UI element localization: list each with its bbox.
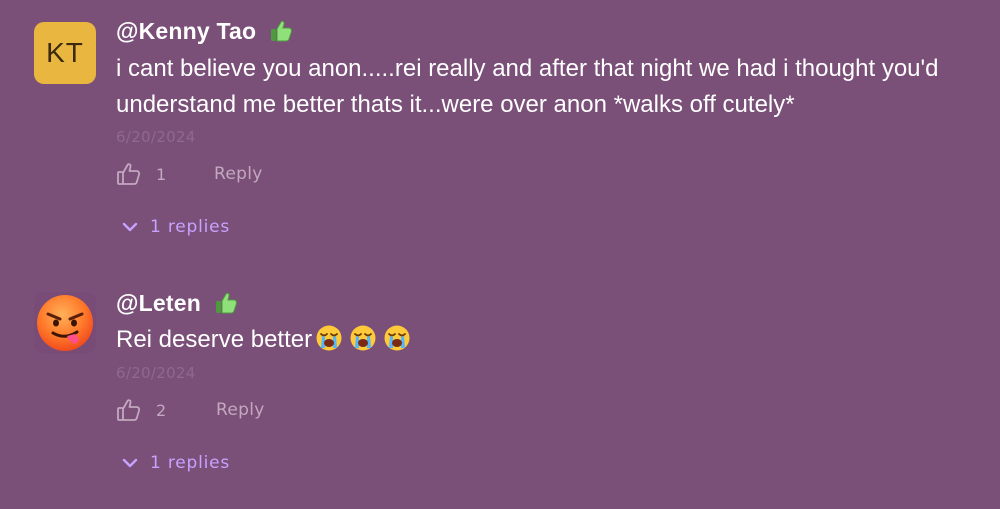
reply-button[interactable]: Reply xyxy=(214,164,263,184)
username[interactable]: @Kenny Tao xyxy=(116,18,256,45)
chevron-down-icon xyxy=(122,458,138,468)
thumbs-up-badge-icon xyxy=(268,18,294,44)
comment-date: 6/20/2024 xyxy=(116,128,196,146)
crying-face-icon xyxy=(349,324,377,352)
like-thumb-icon[interactable] xyxy=(116,161,142,187)
username[interactable]: @Leten xyxy=(116,290,201,317)
like-count: 1 xyxy=(156,164,167,184)
thumbs-up-badge-icon xyxy=(213,290,239,316)
comment-header: @Leten xyxy=(116,288,239,318)
replies-count-label[interactable]: 1 replies xyxy=(150,217,230,237)
view-replies-button[interactable]: 1 replies xyxy=(122,212,230,242)
comment-header: @Kenny Tao xyxy=(116,16,294,46)
like-thumb-icon[interactable] xyxy=(116,397,142,423)
view-replies-button[interactable]: 1 replies xyxy=(122,448,230,478)
comment-date: 6/20/2024 xyxy=(116,364,196,382)
comment-text-body: Rei deserve better xyxy=(116,326,313,353)
like-count: 2 xyxy=(156,400,167,420)
crying-face-icon xyxy=(315,324,343,352)
comment-text: Rei deserve better xyxy=(116,322,996,358)
devil-tongue-emoji-icon xyxy=(37,295,93,351)
replies-count-label[interactable]: 1 replies xyxy=(150,453,230,473)
comment-actions: 2 Reply xyxy=(116,395,265,425)
crying-face-icon xyxy=(383,324,411,352)
chevron-down-icon xyxy=(122,222,138,232)
reply-button[interactable]: Reply xyxy=(216,400,265,420)
comment-actions: 1 Reply xyxy=(116,159,263,189)
avatar[interactable] xyxy=(34,292,96,354)
avatar[interactable]: KT xyxy=(34,22,96,84)
comment-text: i cant believe you anon.....rei really a… xyxy=(116,55,939,118)
